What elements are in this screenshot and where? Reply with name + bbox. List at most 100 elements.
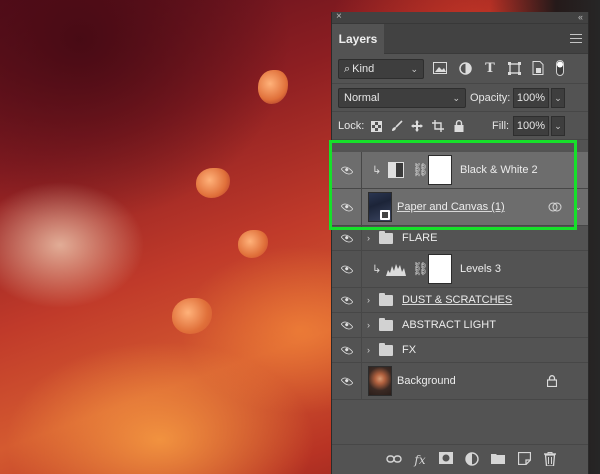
lock-label: Lock:	[338, 120, 365, 132]
layer-row-flare[interactable]: › FLARE	[332, 226, 588, 251]
layer-mask-thumbnail[interactable]	[428, 254, 452, 284]
shape-filter-icon[interactable]	[506, 60, 522, 76]
layers-bottom-toolbar: fx	[332, 444, 588, 474]
close-panel-icon[interactable]: ×	[336, 11, 342, 23]
visibility-toggle[interactable]	[332, 152, 362, 188]
layer-name[interactable]: Paper and Canvas (1)	[397, 189, 505, 226]
new-adjustment-icon[interactable]	[464, 452, 480, 468]
layer-mask-thumbnail[interactable]	[428, 155, 452, 185]
layers-panel: × ‹‹ Layers ⌕ Kind ⌄ T Normal ⌄ Opacity:…	[331, 11, 589, 474]
fill-slider-toggle[interactable]: ⌄	[551, 116, 565, 136]
chevron-right-icon[interactable]: ›	[367, 288, 370, 313]
chevron-down-icon: ⌄	[410, 64, 418, 74]
blend-options-icon[interactable]	[548, 201, 562, 213]
type-filter-icon[interactable]: T	[482, 60, 498, 76]
add-mask-icon[interactable]	[438, 452, 454, 468]
layer-row-paper-and-canvas[interactable]: Paper and Canvas (1) ⌄	[332, 189, 588, 226]
smart-object-filter-icon[interactable]	[530, 60, 546, 76]
layer-name[interactable]: Levels 3	[460, 251, 501, 288]
smart-object-badge-icon	[380, 210, 390, 220]
layer-row-levels-3[interactable]: ↳ ⛓ Levels 3	[332, 251, 588, 288]
folder-icon	[379, 318, 393, 331]
eye-icon	[340, 262, 353, 276]
clipping-arrow-icon: ↳	[372, 164, 382, 177]
layer-name[interactable]: ABSTRACT LIGHT	[402, 313, 496, 338]
chevron-right-icon[interactable]: ›	[367, 313, 370, 338]
layer-name[interactable]: Background	[397, 363, 456, 400]
panel-menu-icon[interactable]	[570, 34, 582, 44]
opacity-input[interactable]: 100%	[513, 88, 549, 108]
chevron-right-icon[interactable]: ›	[367, 226, 370, 251]
chevron-down-icon: ⌄	[452, 93, 460, 103]
opacity-label: Opacity:	[470, 92, 511, 104]
layer-name[interactable]: Black & White 2	[460, 152, 538, 189]
layer-lock-icon	[546, 375, 558, 388]
blend-mode-dropdown[interactable]: Normal ⌄	[338, 88, 466, 108]
visibility-toggle[interactable]	[332, 226, 362, 250]
lock-all-icon[interactable]	[452, 119, 466, 133]
visibility-toggle[interactable]	[332, 251, 362, 287]
layer-row-fx[interactable]: › FX	[332, 338, 588, 363]
lock-position-icon[interactable]	[410, 119, 424, 133]
layer-name[interactable]: FLARE	[402, 226, 437, 251]
folder-icon	[379, 293, 393, 306]
layer-row-dust-scratches[interactable]: › DUST & SCRATCHES	[332, 288, 588, 313]
collapse-panel-icon[interactable]: ‹‹	[578, 11, 583, 23]
eye-icon	[340, 163, 353, 177]
levels-adjustment-icon	[386, 261, 406, 277]
lock-transparent-pixels-icon[interactable]	[369, 119, 383, 133]
artwork-petal	[258, 70, 288, 104]
clipping-arrow-icon: ↳	[372, 263, 382, 276]
search-icon: ⌕	[344, 63, 351, 75]
eye-icon	[340, 231, 353, 245]
layers-list: ↳ ⛓ Black & White 2 Paper and Canvas (1)…	[332, 152, 588, 400]
eye-icon	[340, 293, 353, 307]
eye-icon	[340, 343, 353, 357]
tab-layers[interactable]: Layers	[332, 24, 384, 54]
visibility-toggle[interactable]	[332, 363, 362, 399]
opacity-slider-toggle[interactable]: ⌄	[551, 88, 565, 108]
delete-layer-icon[interactable]	[542, 452, 558, 468]
visibility-toggle[interactable]	[332, 288, 362, 312]
artwork-petal	[196, 168, 230, 198]
lock-image-pixels-icon[interactable]	[390, 119, 404, 133]
panel-title-bar: × ‹‹	[332, 11, 588, 24]
filter-row: ⌕ Kind ⌄ T	[332, 54, 588, 84]
layer-name[interactable]: DUST & SCRATCHES	[402, 288, 512, 313]
chain-link-icon[interactable]: ⛓	[412, 261, 429, 277]
filter-toggle-icon[interactable]	[552, 60, 568, 76]
eye-icon	[340, 318, 353, 332]
new-layer-icon[interactable]	[516, 451, 532, 468]
visibility-toggle[interactable]	[332, 313, 362, 337]
chevron-right-icon[interactable]: ›	[367, 338, 370, 363]
visibility-toggle[interactable]	[332, 338, 362, 362]
eye-icon	[340, 200, 353, 214]
new-group-icon[interactable]	[490, 452, 506, 468]
folder-icon	[379, 343, 393, 356]
artwork-petal	[172, 298, 212, 334]
image-filter-icon[interactable]	[432, 60, 448, 76]
adjustment-filter-icon[interactable]	[457, 60, 473, 76]
eye-icon	[340, 374, 353, 388]
layer-thumbnail[interactable]	[368, 366, 392, 396]
layer-row-background[interactable]: Background	[332, 363, 588, 400]
panel-tab-bar: Layers	[332, 24, 588, 54]
artwork-petal	[238, 230, 268, 258]
folder-icon	[379, 231, 393, 244]
layer-style-icon[interactable]: fx	[412, 452, 428, 468]
layer-row-black-white-2[interactable]: ↳ ⛓ Black & White 2	[332, 152, 588, 189]
lock-artboard-icon[interactable]	[431, 119, 445, 133]
layer-thumbnail[interactable]	[368, 192, 392, 222]
blend-row: Normal ⌄ Opacity: 100% ⌄	[332, 84, 588, 112]
chain-link-icon[interactable]: ⛓	[412, 162, 429, 178]
fill-label: Fill:	[492, 120, 510, 132]
kind-filter-dropdown[interactable]: ⌕ Kind ⌄	[338, 59, 424, 79]
chevron-down-icon[interactable]: ⌄	[574, 189, 582, 226]
layer-row-abstract-light[interactable]: › ABSTRACT LIGHT	[332, 313, 588, 338]
fill-input[interactable]: 100%	[513, 116, 549, 136]
visibility-toggle[interactable]	[332, 189, 362, 225]
link-layers-icon[interactable]	[386, 452, 402, 468]
blend-mode-value: Normal	[344, 92, 380, 104]
lock-row: Lock: Fill: 100% ⌄	[332, 112, 588, 140]
layer-name[interactable]: FX	[402, 338, 416, 363]
